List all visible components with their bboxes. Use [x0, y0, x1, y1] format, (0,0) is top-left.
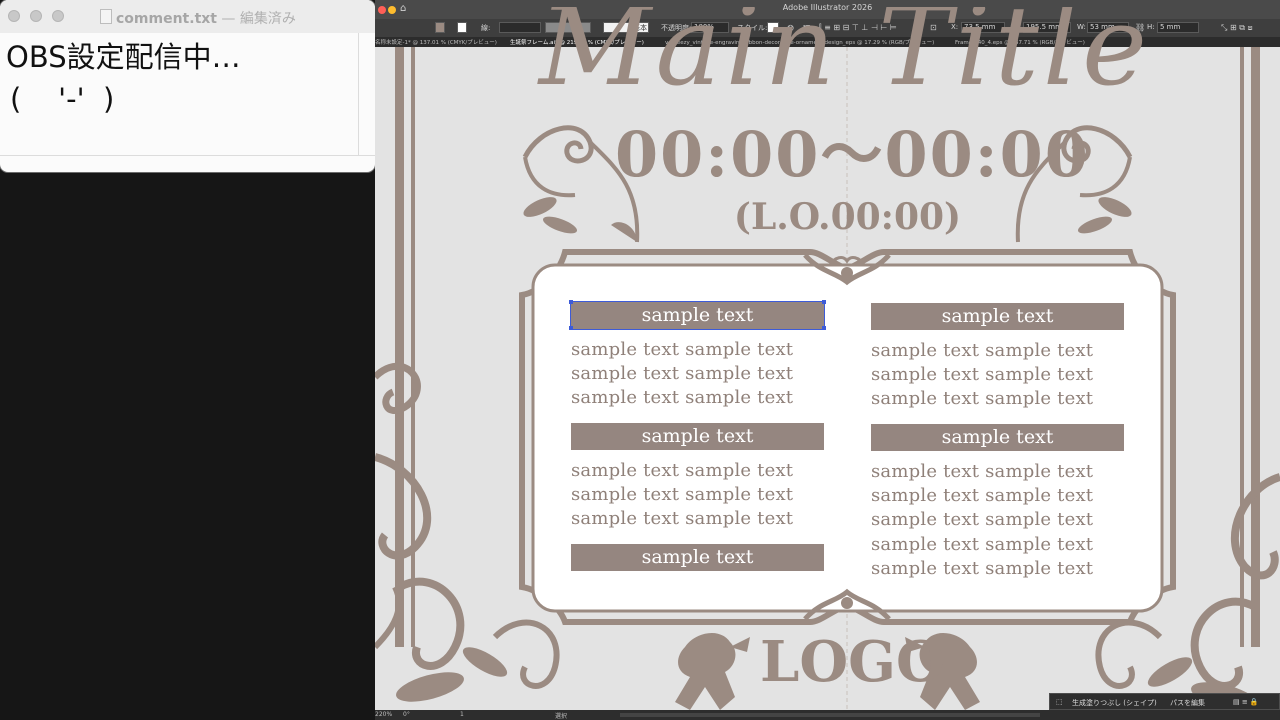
right-paragraph-2[interactable]: sample text sample text sample text samp…	[871, 460, 1093, 581]
textedit-window[interactable]: comment.txt — 編集済み OBS設定配信中… ( '-' )	[0, 0, 375, 172]
text-line: sample text sample text	[571, 508, 794, 530]
text-line: sample text sample text	[871, 461, 1094, 482]
left-header-3[interactable]: sample text	[571, 544, 824, 571]
file-name: comment.txt	[116, 11, 217, 27]
text-line: sample text sample text	[571, 363, 794, 385]
document-icon	[100, 9, 112, 24]
text-line: sample text sample text	[871, 364, 1094, 386]
frame-left-bar-thin	[411, 47, 415, 647]
text-line-2[interactable]: ( '-' )	[10, 82, 114, 116]
zoom-button[interactable]	[52, 10, 64, 22]
selection-handle[interactable]	[822, 300, 826, 304]
selection-handle[interactable]	[569, 300, 573, 304]
right-header-2[interactable]: sample text	[871, 424, 1124, 451]
edit-path-button[interactable]: パスを編集	[1170, 698, 1205, 708]
horizontal-scrollbar[interactable]	[620, 713, 1040, 717]
illustrator-window[interactable]: ⌂ Adobe Illustrator 2026 線: 基本 不透明度: 100…	[375, 0, 1280, 720]
window-title: comment.txt — 編集済み	[116, 8, 296, 28]
left-header-1[interactable]: sample text	[570, 301, 825, 330]
text-line: sample text sample text	[571, 339, 794, 360]
text-line: sample text sample text	[571, 387, 794, 409]
textedit-titlebar[interactable]: comment.txt — 編集済み	[0, 0, 375, 33]
generative-fill-button[interactable]: 生成塗りつぶし (シェイプ)	[1072, 698, 1157, 708]
text-line-1[interactable]: OBS設定配信中…	[6, 34, 241, 76]
transform-options-icons[interactable]: ⤡ ⊞ ⧉ ⧈	[1221, 23, 1253, 33]
rotate-view[interactable]: 0°	[403, 711, 410, 718]
text-line: sample text sample text	[871, 533, 1094, 555]
text-line: sample text sample text	[871, 340, 1094, 361]
contextual-taskbar[interactable]: ⬚ 生成塗りつぶし (シェイプ) パスを編集 ▤ ≡ 🔒	[1049, 693, 1280, 710]
status-bar: 220% 0° 1 選択	[375, 710, 1280, 720]
fill-swatch[interactable]	[435, 22, 445, 33]
artboard-number[interactable]: 1	[460, 711, 464, 718]
text-line: sample text sample text	[871, 485, 1094, 507]
scroll-divider	[358, 33, 359, 155]
last-order-text[interactable]: (L.O.00:00)	[715, 192, 980, 242]
left-paragraph-1[interactable]: sample text sample text sample text samp…	[571, 338, 793, 411]
text-line: sample text sample text	[571, 460, 794, 481]
frame-right-bar	[1251, 47, 1260, 647]
selection-handle[interactable]	[569, 326, 573, 330]
close-button[interactable]	[8, 10, 20, 22]
more-options-icon[interactable]: ▤ ≡ 🔒	[1233, 698, 1259, 706]
zoom-level[interactable]: 220%	[375, 711, 392, 718]
text-line: sample text sample text	[871, 557, 1094, 579]
main-title-container[interactable]: Main Title	[465, 7, 1225, 107]
canvas[interactable]: Main Title 00:00～00:00 (L.O.00:00) sampl…	[375, 7, 1280, 710]
selection-icon[interactable]: ⬚	[1056, 698, 1063, 706]
selection-handle[interactable]	[822, 326, 826, 330]
left-header-2[interactable]: sample text	[571, 423, 824, 450]
edited-status: — 編集済み	[216, 11, 296, 27]
main-title[interactable]: Main Title	[465, 7, 1225, 107]
logo-text[interactable]: LOGO	[760, 627, 945, 697]
time-text[interactable]: 00:00～00:00	[615, 115, 1088, 195]
left-paragraph-2[interactable]: sample text sample text sample text samp…	[571, 459, 793, 532]
minimize-button[interactable]	[30, 10, 42, 22]
current-tool: 選択	[555, 713, 568, 720]
text-line: sample text sample text	[571, 484, 794, 506]
text-line: sample text sample text	[871, 509, 1094, 531]
right-paragraph-1[interactable]: sample text sample text sample text samp…	[871, 339, 1093, 412]
right-header-1[interactable]: sample text	[871, 303, 1124, 330]
text-line: sample text sample text	[871, 388, 1094, 410]
lion-left	[675, 632, 750, 710]
bottom-divider	[0, 155, 375, 156]
